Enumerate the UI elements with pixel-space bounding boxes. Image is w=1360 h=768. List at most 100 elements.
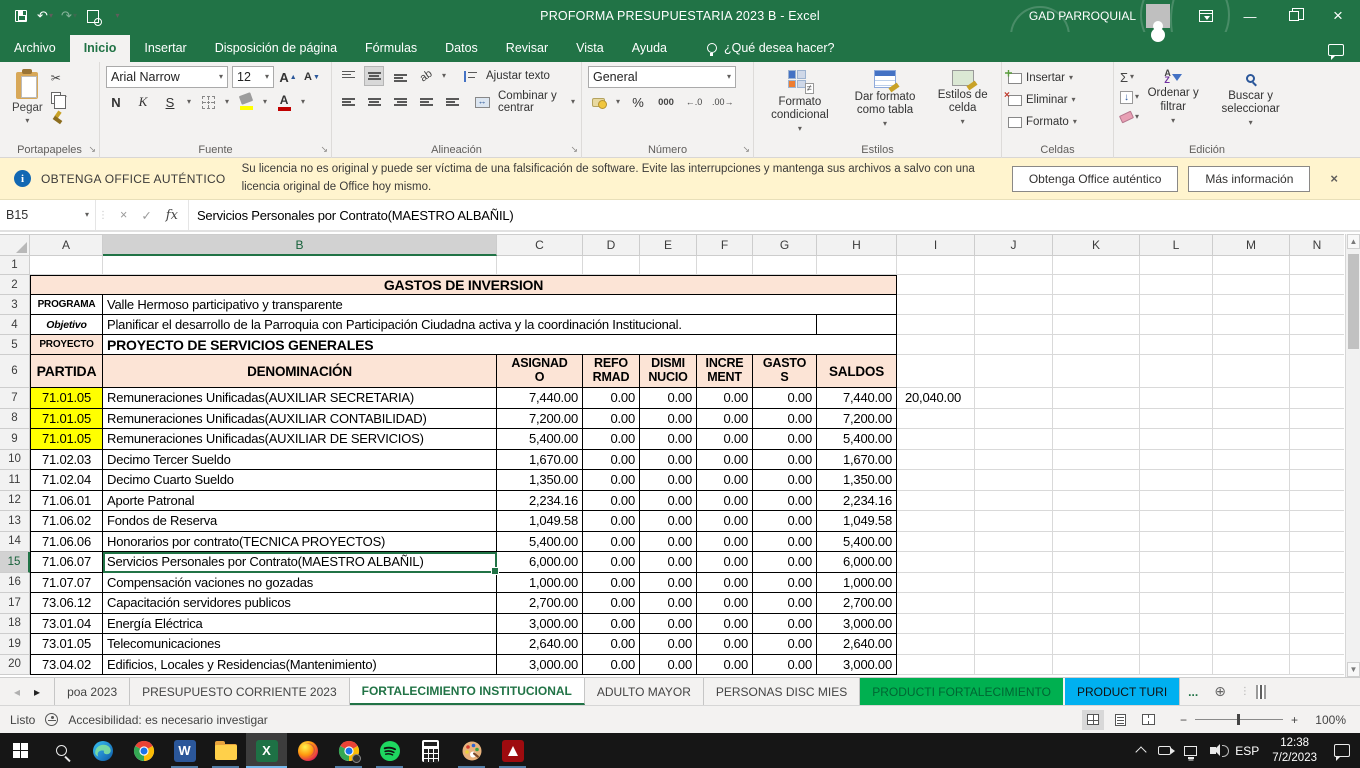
more-info-button[interactable]: Más información: [1188, 166, 1310, 192]
cell-I12[interactable]: [897, 491, 975, 512]
avatar[interactable]: [1146, 4, 1170, 28]
header-partida[interactable]: PARTIDA: [30, 355, 103, 388]
cell-G13[interactable]: 0.00: [753, 511, 817, 532]
cell-D9[interactable]: 0.00: [583, 429, 640, 450]
sheet-tab-personas-disc-mies[interactable]: PERSONAS DISC MIES: [704, 678, 860, 705]
volume-icon[interactable]: [1210, 747, 1216, 754]
cell-L10[interactable]: [1140, 450, 1213, 471]
font-name-combo[interactable]: Arial Narrow▾: [106, 66, 228, 88]
cell-M19[interactable]: [1213, 634, 1290, 655]
cell-F13[interactable]: 0.00: [697, 511, 753, 532]
cell-A13[interactable]: 71.06.02: [30, 511, 103, 532]
clock[interactable]: 12:38 7/2/2023: [1272, 736, 1317, 765]
cell-J1[interactable]: [975, 256, 1053, 275]
decrease-indent-icon[interactable]: [416, 92, 436, 112]
header-saldos[interactable]: SALDOS: [817, 355, 897, 388]
cell-K20[interactable]: [1053, 655, 1140, 676]
cell-B8[interactable]: Remuneraciones Unificadas(AUXILIAR CONTA…: [103, 409, 497, 430]
cell-I18[interactable]: [897, 614, 975, 635]
format-as-table-button[interactable]: Dar formato como tabla▾: [840, 66, 931, 142]
cell-A15[interactable]: 71.06.07: [30, 552, 103, 573]
cell-I8[interactable]: [897, 409, 975, 430]
cell-G12[interactable]: 0.00: [753, 491, 817, 512]
zoom-in-icon[interactable]: +: [1291, 713, 1298, 727]
column-header-K[interactable]: K: [1053, 234, 1140, 256]
format-cells-button[interactable]: Formato▾: [1008, 112, 1077, 132]
cell-J11[interactable]: [975, 470, 1053, 491]
format-painter-icon[interactable]: [51, 109, 67, 126]
cell-J16[interactable]: [975, 573, 1053, 594]
cell-D20[interactable]: 0.00: [583, 655, 640, 676]
scroll-up-icon[interactable]: ▲: [1347, 234, 1360, 249]
cell-L14[interactable]: [1140, 532, 1213, 553]
scroll-down-icon[interactable]: ▼: [1347, 662, 1360, 677]
cell-M7[interactable]: [1213, 388, 1290, 409]
cell-objetivo-value[interactable]: Planificar el desarrollo de la Parroquia…: [103, 315, 817, 335]
header-incremento[interactable]: INCRE MENT: [697, 355, 753, 388]
cell-N17[interactable]: [1290, 593, 1344, 614]
cell-F10[interactable]: 0.00: [697, 450, 753, 471]
cell-M9[interactable]: [1213, 429, 1290, 450]
cell-A1[interactable]: [30, 256, 103, 275]
cell-L20[interactable]: [1140, 655, 1213, 676]
cell-K13[interactable]: [1053, 511, 1140, 532]
borders-button[interactable]: [198, 92, 218, 112]
cell-K18[interactable]: [1053, 614, 1140, 635]
cell-M20[interactable]: [1213, 655, 1290, 676]
cell-F19[interactable]: 0.00: [697, 634, 753, 655]
cell-G10[interactable]: 0.00: [753, 450, 817, 471]
column-header-F[interactable]: F: [697, 234, 753, 256]
cell-programa-value[interactable]: Valle Hermoso participativo y transparen…: [103, 295, 897, 315]
cell-B11[interactable]: Decimo Cuarto Sueldo: [103, 470, 497, 491]
cell-J14[interactable]: [975, 532, 1053, 553]
cell-F8[interactable]: 0.00: [697, 409, 753, 430]
explorer-icon[interactable]: [205, 733, 246, 768]
cell-B14[interactable]: Honorarios por contrato(TECNICA PROYECTO…: [103, 532, 497, 553]
cell-H16[interactable]: 1,000.00: [817, 573, 897, 594]
row-header-9[interactable]: 9: [0, 429, 30, 450]
header-gastos[interactable]: GASTO S: [753, 355, 817, 388]
normal-view-icon[interactable]: [1082, 710, 1104, 730]
cell-E16[interactable]: 0.00: [640, 573, 697, 594]
horizontal-scroll-grip[interactable]: [1256, 685, 1266, 699]
cell-C12[interactable]: 2,234.16: [497, 491, 583, 512]
row-header-13[interactable]: 13: [0, 511, 30, 532]
cell-K9[interactable]: [1053, 429, 1140, 450]
header-disminucion[interactable]: DISMI NUCIO: [640, 355, 697, 388]
font-size-combo[interactable]: 12▾: [232, 66, 274, 88]
cell-F7[interactable]: 0.00: [697, 388, 753, 409]
cell-E9[interactable]: 0.00: [640, 429, 697, 450]
italic-button[interactable]: K: [133, 92, 153, 112]
cell-N12[interactable]: [1290, 491, 1344, 512]
align-center-icon[interactable]: [364, 92, 384, 112]
cell-D15[interactable]: 0.00: [583, 552, 640, 573]
get-genuine-office-button[interactable]: Obtenga Office auténtico: [1012, 166, 1179, 192]
restore-button[interactable]: [1272, 0, 1316, 32]
cell-proyecto-value[interactable]: PROYECTO DE SERVICIOS GENERALES: [103, 335, 897, 355]
cell-N10[interactable]: [1290, 450, 1344, 471]
sheet-tab--[interactable]: ...: [1180, 678, 1206, 705]
row-header-14[interactable]: 14: [0, 532, 30, 553]
cell-D18[interactable]: 0.00: [583, 614, 640, 635]
header-reformado[interactable]: REFO RMAD: [583, 355, 640, 388]
cell-N18[interactable]: [1290, 614, 1344, 635]
cell-B9[interactable]: Remuneraciones Unificadas(AUXILIAR DE SE…: [103, 429, 497, 450]
merge-center-button[interactable]: [472, 92, 492, 112]
cell-K17[interactable]: [1053, 593, 1140, 614]
zoom-level[interactable]: 100%: [1306, 713, 1346, 727]
cell-H14[interactable]: 5,400.00: [817, 532, 897, 553]
cell-H1[interactable]: [817, 256, 897, 275]
sort-filter-button[interactable]: AZ Ordenar y filtrar▾: [1139, 66, 1207, 142]
cell-title[interactable]: GASTOS DE INVERSION: [30, 275, 897, 295]
cell-H19[interactable]: 2,640.00: [817, 634, 897, 655]
cell-A8[interactable]: 71.01.05: [30, 409, 103, 430]
row-header-3[interactable]: 3: [0, 295, 30, 315]
cell-H20[interactable]: 3,000.00: [817, 655, 897, 676]
cell-M13[interactable]: [1213, 511, 1290, 532]
cell-C18[interactable]: 3,000.00: [497, 614, 583, 635]
cell-C9[interactable]: 5,400.00: [497, 429, 583, 450]
number-dialog-launcher[interactable]: ↘: [742, 144, 750, 155]
cell-G11[interactable]: 0.00: [753, 470, 817, 491]
cell-N9[interactable]: [1290, 429, 1344, 450]
formula-input[interactable]: Servicios Personales por Contrato(MAESTR…: [189, 200, 1360, 230]
